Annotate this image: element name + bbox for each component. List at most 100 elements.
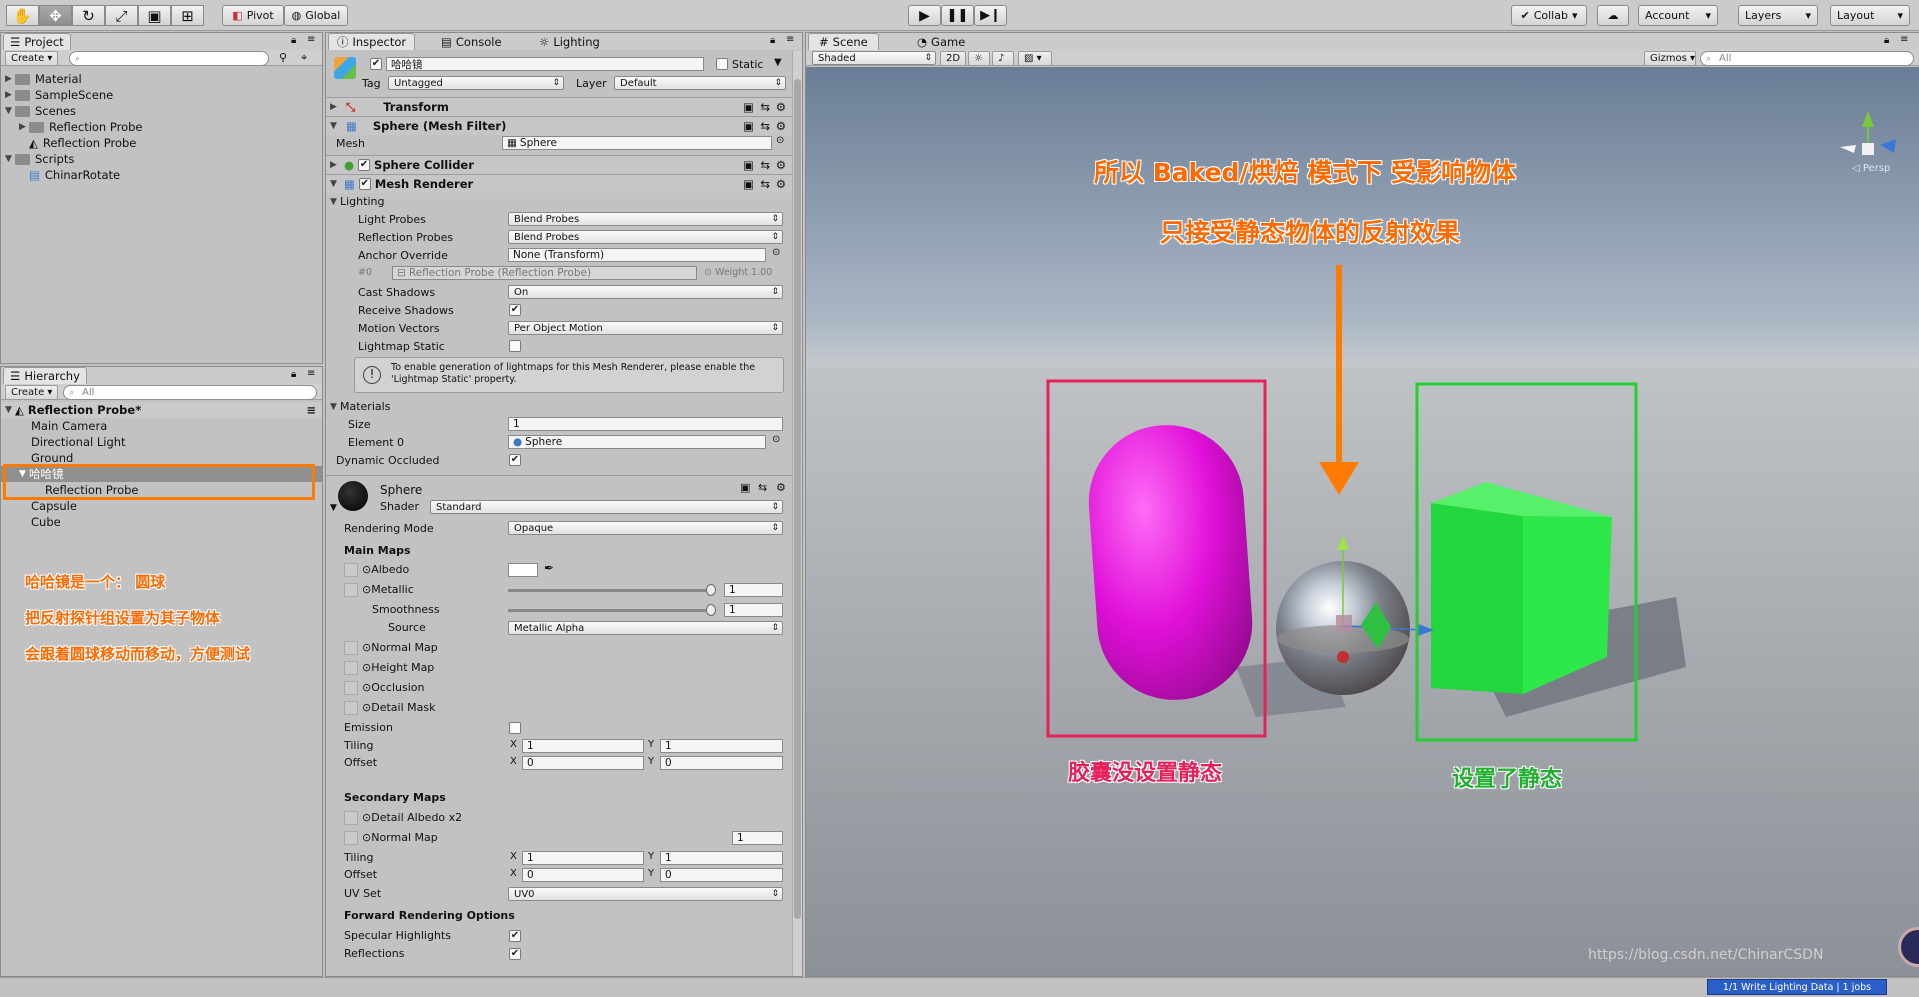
material-foldout-arrow[interactable]: ▼	[330, 503, 337, 513]
scene-menu-icon[interactable]: ≡	[306, 403, 316, 417]
foldout-arrow-icon[interactable]: ▶	[5, 90, 15, 100]
transform-header[interactable]: ▶ ⤡ Transform ▣ ⇆ ⚙	[326, 97, 792, 116]
gizmos-dropdown[interactable]: Gizmos ▾	[1644, 51, 1696, 66]
tiling2-x-field[interactable]: 1	[522, 851, 644, 865]
inspector-scrollbar-thumb[interactable]	[794, 79, 801, 919]
persp-label[interactable]: ◁ Persp	[1852, 163, 1890, 174]
project-item[interactable]: ▶ SampleScene	[1, 87, 113, 103]
move-gizmo-center[interactable]	[1336, 615, 1352, 631]
metallic-slider-track[interactable]	[508, 589, 711, 592]
project-item[interactable]: ▶ Material	[1, 71, 82, 87]
mesh-renderer-checkbox[interactable]: ✔	[358, 178, 371, 190]
metallic-slider-thumb[interactable]	[706, 584, 716, 596]
object-picker-icon[interactable]: ⊙	[772, 247, 780, 258]
transform-tool-icon[interactable]: ⊞	[171, 5, 204, 26]
pause-button[interactable]: ❚❚	[941, 5, 974, 26]
hierarchy-create-button[interactable]: Create ▾	[5, 385, 59, 400]
albedo-color-swatch[interactable]	[508, 563, 538, 577]
pivot-toggle[interactable]: ◧ Pivot	[222, 5, 284, 26]
tab-inspector[interactable]: ⓘ Inspector	[328, 33, 416, 50]
gameobject-name-field[interactable]: 哈哈镜	[386, 57, 704, 71]
step-button[interactable]: ▶❙	[974, 5, 1007, 26]
gear-icon[interactable]: ⚙	[776, 158, 786, 172]
tab-game[interactable]: ◔ Game	[906, 33, 977, 50]
project-item[interactable]: ▼ Scenes	[1, 103, 76, 119]
anchor-override-field[interactable]: None (Transform)	[508, 248, 766, 262]
hand-tool-icon[interactable]: ✋	[6, 5, 39, 26]
help-icon[interactable]: ▣	[743, 119, 754, 133]
static-dropdown-icon[interactable]: ▼	[774, 57, 782, 68]
preset-icon[interactable]: ⇆	[760, 119, 770, 133]
albedo-slot[interactable]	[344, 563, 358, 577]
help-icon[interactable]: ▣	[743, 177, 754, 191]
offset2-x-field[interactable]: 0	[522, 868, 644, 882]
uv-set-dropdown[interactable]: UV0	[508, 887, 783, 901]
rendering-mode-dropdown[interactable]: Opaque	[508, 521, 783, 535]
tab-lighting[interactable]: ☼ Lighting	[528, 33, 611, 50]
project-item[interactable]: ◭ Reflection Probe	[1, 135, 136, 151]
tiling-y-field[interactable]: 1	[660, 739, 783, 753]
offset2-y-field[interactable]: 0	[660, 868, 783, 882]
scene-search-input[interactable]: ⌕ All	[1700, 51, 1914, 66]
tab-console[interactable]: ▤ Console	[430, 33, 513, 50]
project-item[interactable]: ▶ Reflection Probe	[1, 119, 143, 135]
play-button[interactable]: ▶	[908, 5, 941, 26]
element0-field[interactable]: ● Sphere	[508, 435, 766, 449]
smoothness-slider-track[interactable]	[508, 609, 711, 612]
foldout-arrow-icon[interactable]: ▶	[5, 74, 15, 84]
cast-shadows-dropdown[interactable]: On	[508, 285, 783, 299]
shading-mode-dropdown[interactable]: Shaded	[812, 51, 936, 65]
specular-highlights-checkbox[interactable]: ✔	[509, 930, 521, 942]
preset-icon[interactable]: ⇆	[760, 177, 770, 191]
move-gizmo-y-arrow[interactable]	[1337, 535, 1349, 550]
gear-icon[interactable]: ⚙	[776, 100, 786, 114]
2d-toggle[interactable]: 2D	[940, 51, 966, 66]
mesh-filter-header[interactable]: ▼ ▦ Sphere (Mesh Filter) ▣ ⇆ ⚙	[326, 116, 792, 135]
project-search-input[interactable]: ⌕	[69, 51, 269, 66]
layout-dropdown[interactable]: Layout ▾	[1830, 5, 1910, 26]
emission-checkbox[interactable]	[509, 722, 521, 734]
rotate-tool-icon[interactable]: ↻	[72, 5, 105, 26]
active-checkbox[interactable]: ✔	[370, 58, 382, 70]
light-probes-dropdown[interactable]: Blend Probes	[508, 212, 783, 226]
help-icon[interactable]: ▣	[740, 481, 750, 494]
occlusion-slot[interactable]	[344, 681, 358, 695]
normal-map2-value-field[interactable]: 1	[732, 831, 783, 845]
foldout-arrow-icon[interactable]: ▼	[5, 106, 15, 116]
lock-icon[interactable]: 🔒︎	[291, 369, 296, 380]
hierarchy-search-input[interactable]: ⌕ All	[63, 385, 317, 400]
reflections-checkbox[interactable]: ✔	[509, 948, 521, 960]
layers-dropdown[interactable]: Layers ▾	[1738, 5, 1818, 26]
scene-lighting-toggle[interactable]: ☼	[968, 51, 990, 66]
detail-mask-slot[interactable]	[344, 701, 358, 715]
hierarchy-item[interactable]: Cube	[1, 514, 322, 530]
tiling2-y-field[interactable]: 1	[660, 851, 783, 865]
smoothness-value-field[interactable]: 1	[724, 603, 783, 617]
preset-icon[interactable]: ⇆	[760, 100, 770, 114]
cube-front[interactable]	[1431, 503, 1523, 694]
materials-foldout[interactable]: ▼ Materials	[326, 398, 792, 415]
tiling-x-field[interactable]: 1	[522, 739, 644, 753]
project-create-button[interactable]: Create ▾	[5, 51, 59, 66]
normal-map-slot[interactable]	[344, 641, 358, 655]
scene-effects-dropdown[interactable]: ▨ ▾	[1018, 51, 1052, 66]
scene-audio-toggle[interactable]: ♪	[992, 51, 1014, 66]
scene-viewport[interactable]: ◁ Persp 所以 Baked/烘焙 模式下 受影响物体 只接受静态物体的反射…	[806, 67, 1919, 976]
eyedropper-icon[interactable]: ✒	[544, 561, 554, 575]
metallic-slot[interactable]	[344, 583, 358, 597]
tab-scene[interactable]: # Scene	[808, 33, 879, 50]
sphere-collider-header[interactable]: ▶ ● ✔ Sphere Collider ▣ ⇆ ⚙	[326, 155, 792, 174]
sphere-collider-checkbox[interactable]: ✔	[358, 159, 371, 171]
gear-icon[interactable]: ⚙	[776, 119, 786, 133]
collab-dropdown[interactable]: ✔ Collab ▾	[1511, 5, 1587, 26]
hierarchy-item[interactable]: Capsule	[1, 498, 322, 514]
lock-icon[interactable]: 🔒︎	[291, 35, 296, 46]
lighting-foldout[interactable]: ▼ Lighting	[326, 193, 792, 210]
orientation-gizmo-y-cone[interactable]	[1862, 111, 1874, 127]
global-toggle[interactable]: ◍ Global	[284, 5, 348, 26]
tab-project[interactable]: ☰ Project	[3, 33, 71, 50]
progress-status[interactable]: 1/1 Write Lighting Data | 1 jobs	[1707, 979, 1887, 995]
gear-icon[interactable]: ⚙	[776, 177, 786, 191]
rect-tool-icon[interactable]: ▣	[138, 5, 171, 26]
orientation-gizmo-z-cone[interactable]	[1880, 139, 1896, 153]
